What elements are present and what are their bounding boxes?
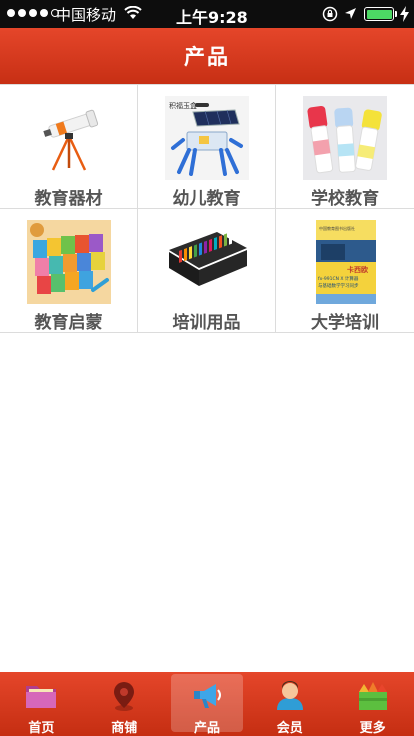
signal-strength-icon [7, 9, 59, 17]
bottom-tab-bar: 首页 商铺 产品 会员 更多 [0, 672, 414, 736]
solar-robot-kit-icon: 积福玉盒 [165, 96, 249, 180]
tab-products[interactable]: 产品 [166, 672, 249, 736]
pastel-set-icon [165, 220, 249, 304]
product-item[interactable]: 教育器材 [0, 85, 138, 209]
user-icon [276, 681, 303, 710]
product-label: 教育启蒙 [34, 313, 103, 333]
clock: 上午9:28 [176, 8, 248, 27]
product-item[interactable]: 中国教育图书出版社 卡西欧 fx-991CN X 计算器 与基础数学学习同步 大… [276, 209, 414, 333]
tab-home[interactable]: 首页 [0, 672, 83, 736]
product-label: 教育器材 [34, 189, 103, 209]
product-grid: 教育器材 积福玉盒 幼儿教育 学校教育 教育启蒙 培训用品 中国教育图书出版社 … [0, 84, 414, 333]
page-header: 产品 [0, 28, 414, 84]
textbook-subtitle: fx-991CN X 计算器 [318, 275, 359, 282]
crown-icon [358, 682, 387, 710]
battery-icon [364, 7, 394, 21]
product-item[interactable]: 积福玉盒 幼儿教育 [138, 85, 276, 209]
wifi-icon [124, 6, 142, 19]
textbook-title: 卡西欧 [347, 265, 368, 274]
tab-more[interactable]: 更多 [331, 672, 414, 736]
telescope-icon [27, 96, 111, 180]
megaphone-icon [193, 684, 221, 708]
textbook-series: 与基础数学学习同步 [318, 282, 359, 289]
page-title: 产品 [184, 45, 230, 69]
charging-bolt-icon [400, 6, 409, 22]
map-pin-icon [114, 682, 135, 711]
paint-sticks-icon [303, 96, 387, 180]
product-item[interactable]: 教育启蒙 [0, 209, 138, 333]
product-label: 培训用品 [172, 313, 241, 333]
location-arrow-icon [345, 8, 356, 19]
tab-label: 商铺 [111, 721, 138, 736]
textbook-cover-icon: 中国教育图书出版社 卡西欧 fx-991CN X 计算器 与基础数学学习同步 [303, 220, 387, 304]
product-label: 学校教育 [311, 189, 379, 209]
rotation-lock-icon [322, 6, 338, 22]
tab-label: 更多 [359, 721, 386, 736]
tab-members[interactable]: 会员 [248, 672, 331, 736]
picture-books-icon [27, 220, 111, 304]
tab-label: 会员 [276, 721, 303, 736]
status-bar: 中国移动 上午9:28 [0, 0, 414, 28]
product-item[interactable]: 培训用品 [138, 209, 276, 333]
product-item[interactable]: 学校教育 [276, 85, 414, 209]
folder-icon [26, 686, 57, 708]
tab-label: 首页 [28, 721, 55, 736]
product-label: 幼儿教育 [172, 189, 241, 209]
carrier-name: 中国移动 [56, 6, 117, 24]
kit-label: 积福玉盒 [169, 101, 197, 110]
textbook-publisher: 中国教育图书出版社 [319, 225, 355, 231]
battery-tip [395, 11, 397, 17]
tab-stores[interactable]: 商铺 [83, 672, 166, 736]
tab-label: 产品 [193, 721, 220, 736]
product-label: 大学培训 [311, 313, 379, 333]
